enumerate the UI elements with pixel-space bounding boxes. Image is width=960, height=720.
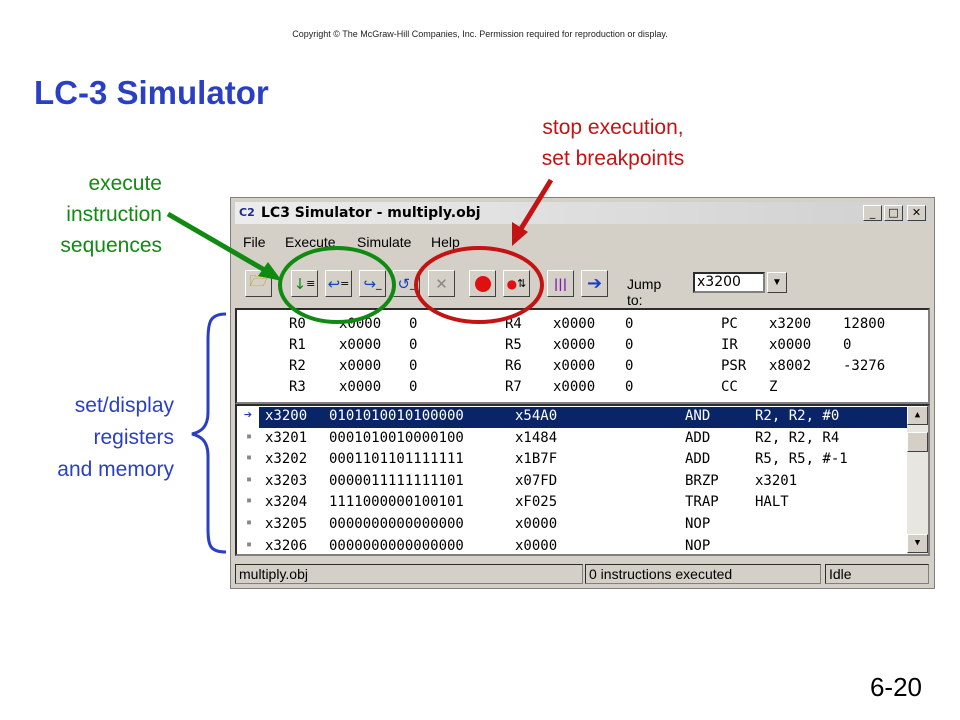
- execute-arrowhead: [258, 262, 282, 281]
- brace: [191, 312, 227, 554]
- annotation-overlay: [166, 178, 554, 554]
- execute-arrow: [166, 211, 270, 275]
- slide-number: 6-20: [869, 672, 922, 702]
- execute-circle: [278, 246, 396, 324]
- stop-arrow: [516, 178, 554, 234]
- stop-circle: [414, 246, 544, 324]
